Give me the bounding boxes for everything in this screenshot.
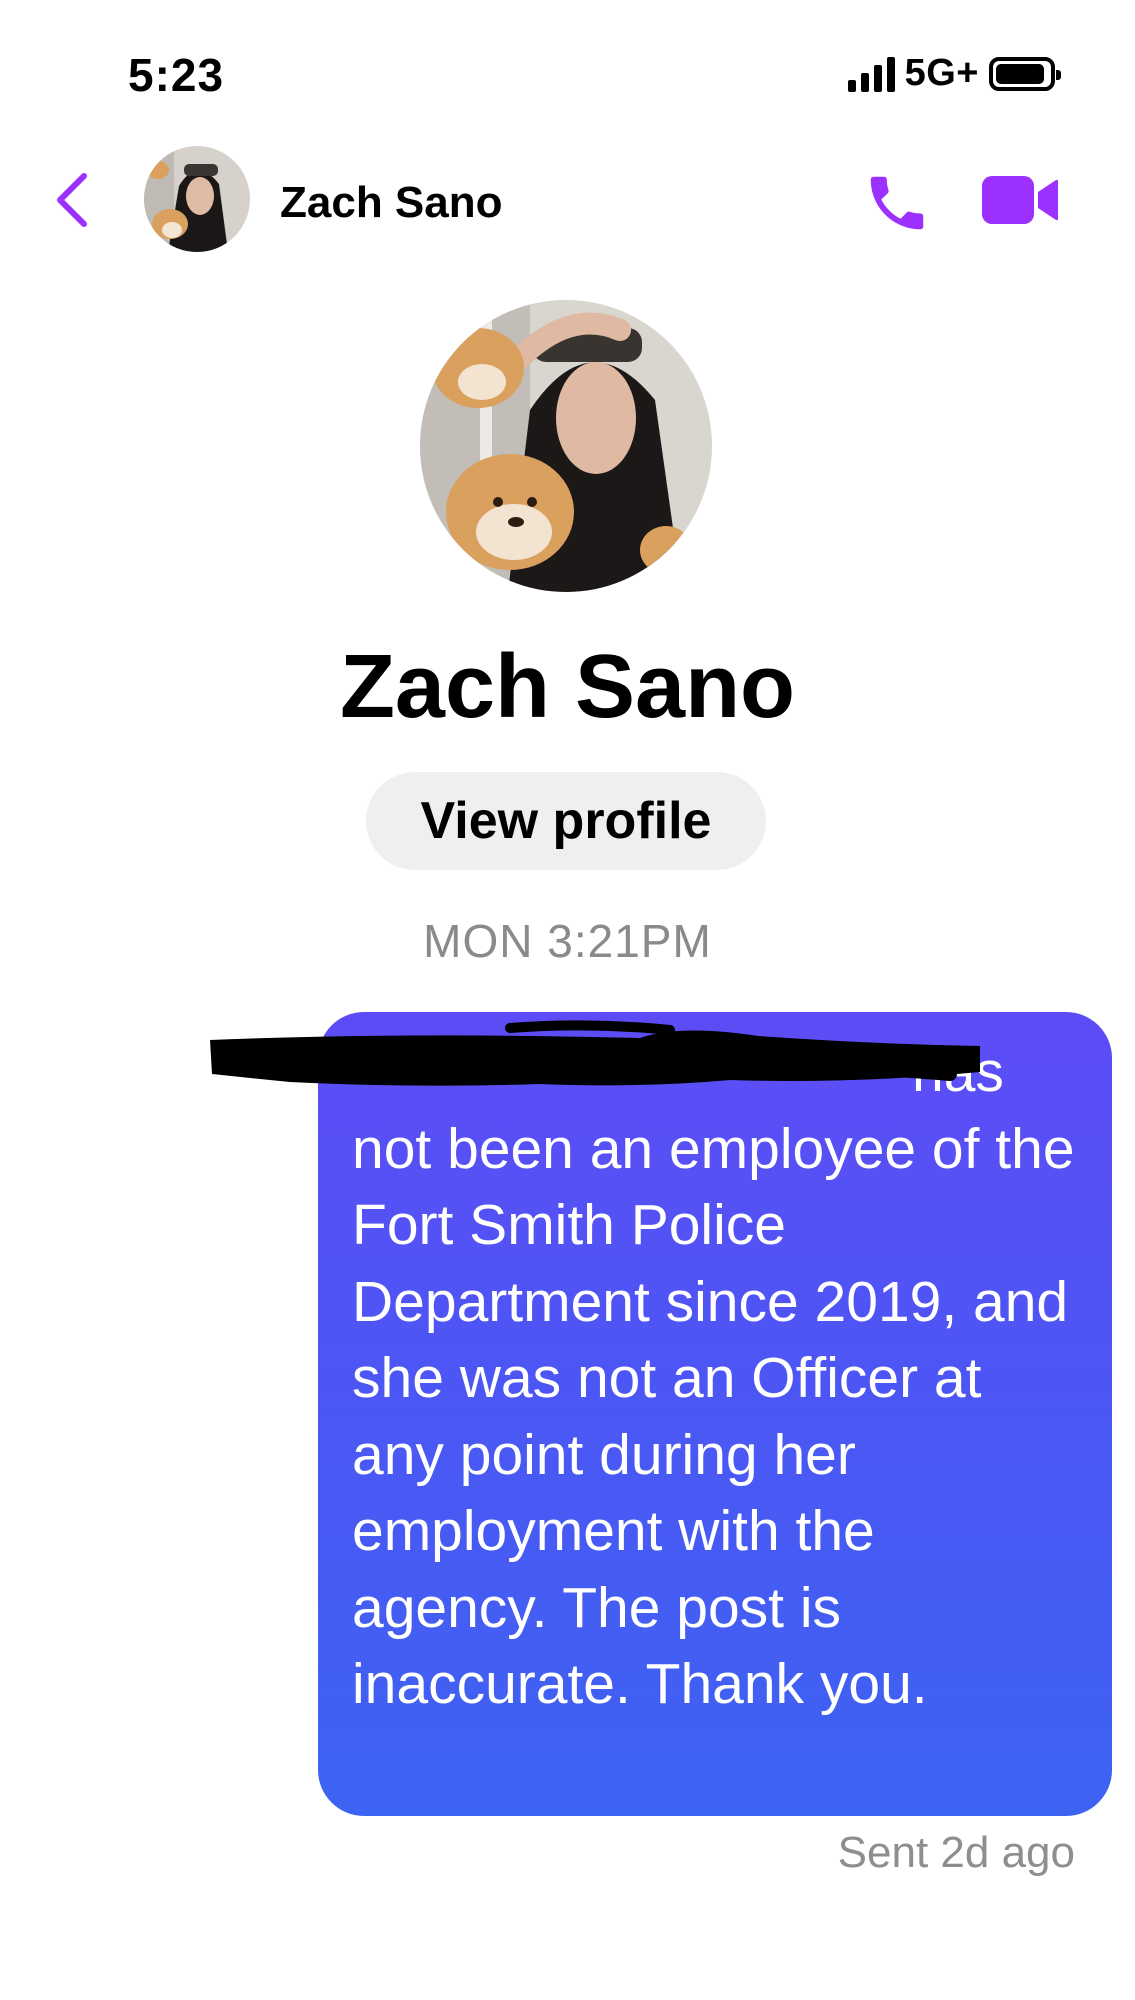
redaction-mark	[210, 1020, 980, 1086]
back-chevron-icon	[57, 173, 87, 227]
video-camera-icon	[982, 176, 1058, 224]
profile-avatar[interactable]	[420, 300, 712, 592]
phone-icon	[870, 176, 924, 230]
view-profile-button[interactable]: View profile	[366, 772, 766, 870]
battery-icon	[989, 56, 1061, 91]
sent-status: Sent 2d ago	[837, 1828, 1075, 1877]
signal-icon	[847, 56, 895, 92]
back-button[interactable]	[52, 170, 92, 230]
profile-name: Zach Sano	[339, 637, 796, 737]
header-avatar[interactable]	[144, 146, 250, 252]
message-bubble[interactable]: has not been an employee of the Fort Smi…	[318, 1012, 1112, 1816]
message-timestamp: MON 3:21PM	[423, 915, 712, 967]
network-label: 5G+	[904, 52, 979, 94]
header-contact-name[interactable]: Zach Sano	[280, 178, 503, 228]
call-button[interactable]	[862, 168, 932, 238]
status-indicators: 5G+	[847, 52, 1061, 95]
status-time: 5:23	[128, 49, 225, 101]
video-call-button[interactable]	[980, 172, 1060, 228]
